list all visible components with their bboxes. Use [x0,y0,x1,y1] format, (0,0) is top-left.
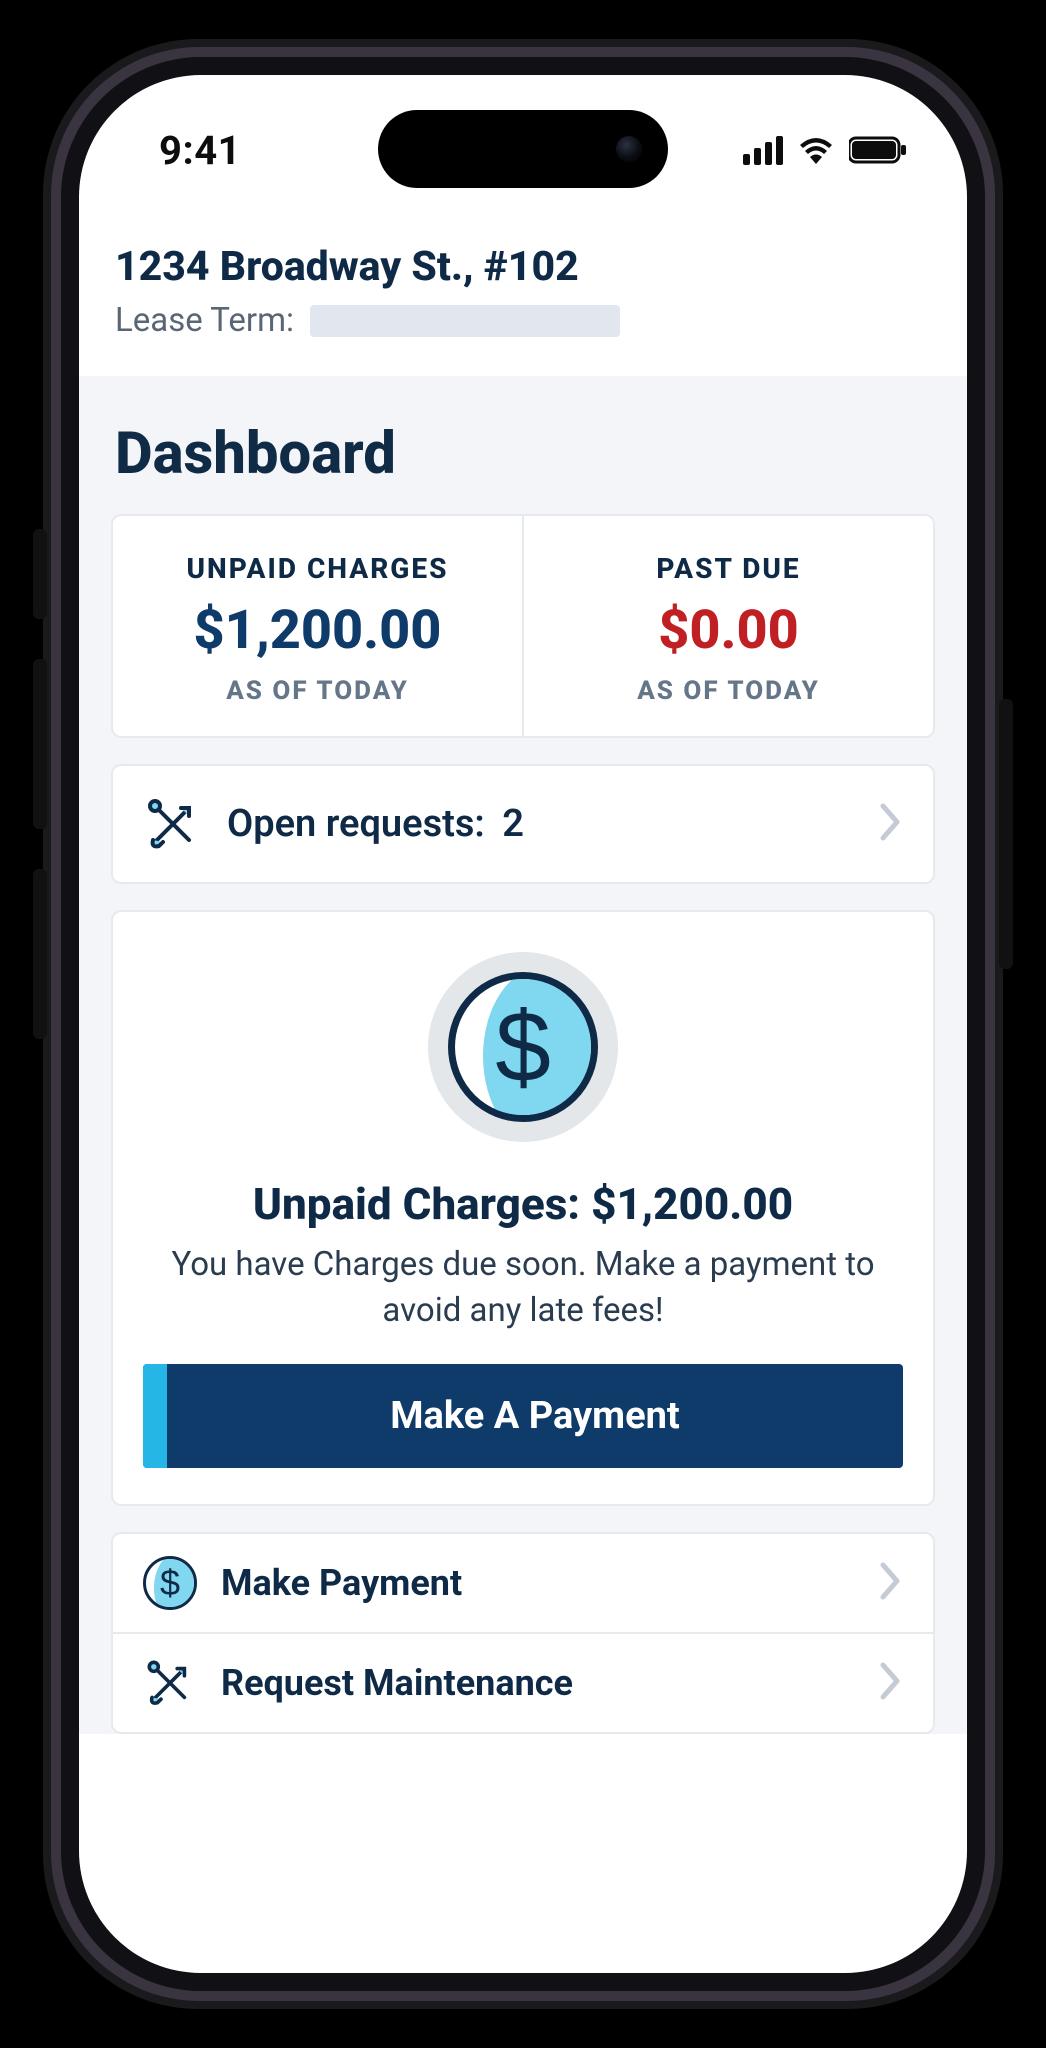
balance-summary-card: UNPAID CHARGES $1,200.00 AS OF TODAY PAS… [111,514,935,738]
dynamic-island [378,110,668,188]
make-a-payment-label: Make A Payment [167,1364,903,1468]
chevron-right-icon [879,1561,903,1605]
phone-frame: 9:41 [43,39,1003,2009]
past-due-sub: AS OF TODAY [534,676,923,706]
dollar-icon: $ [143,1556,197,1610]
unpaid-charges-label: UNPAID CHARGES [123,552,512,585]
property-header: 1234 Broadway St., #102 Lease Term: [79,225,967,376]
past-due-label: PAST DUE [534,552,923,585]
volume-up-button [33,659,47,829]
cellular-signal-icon [743,136,783,165]
quick-actions-list: $ Make Payment [111,1532,935,1734]
request-maintenance-label: Request Maintenance [221,1662,855,1704]
past-due-stat[interactable]: PAST DUE $0.00 AS OF TODAY [522,516,933,736]
page-title: Dashboard [79,376,967,514]
make-payment-row[interactable]: $ Make Payment [113,1534,933,1632]
tools-icon [143,1656,197,1710]
chevron-right-icon [879,802,903,846]
hero-title: Unpaid Charges: $1,200.00 [143,1178,903,1230]
hero-message: You have Charges due soon. Make a paymen… [143,1242,903,1334]
chevron-right-icon [879,1661,903,1705]
battery-icon [849,136,907,164]
lease-term-label: Lease Term: [115,301,294,340]
unpaid-charges-sub: AS OF TODAY [123,676,512,706]
dollar-circle-icon: $ [428,952,618,1142]
open-requests-label: Open requests: [227,802,485,846]
open-requests-count: 2 [502,802,524,846]
unpaid-charges-stat[interactable]: UNPAID CHARGES $1,200.00 AS OF TODAY [113,516,522,736]
status-time: 9:41 [159,127,241,174]
wifi-icon [797,136,835,164]
side-button [33,529,47,619]
lease-term-placeholder [310,305,620,337]
past-due-value: $0.00 [534,599,923,662]
power-button [999,699,1013,969]
unpaid-charges-value: $1,200.00 [123,599,512,662]
make-payment-label: Make Payment [221,1562,855,1604]
open-requests-row[interactable]: Open requests: 2 [111,764,935,884]
make-a-payment-button[interactable]: Make A Payment [143,1364,903,1468]
payment-hero-card: $ Unpaid Charges: $1,200.00 You have Cha… [111,910,935,1506]
tools-icon [143,794,203,854]
request-maintenance-row[interactable]: Request Maintenance [113,1632,933,1732]
address-text: 1234 Broadway St., #102 [115,243,931,291]
volume-down-button [33,869,47,1039]
